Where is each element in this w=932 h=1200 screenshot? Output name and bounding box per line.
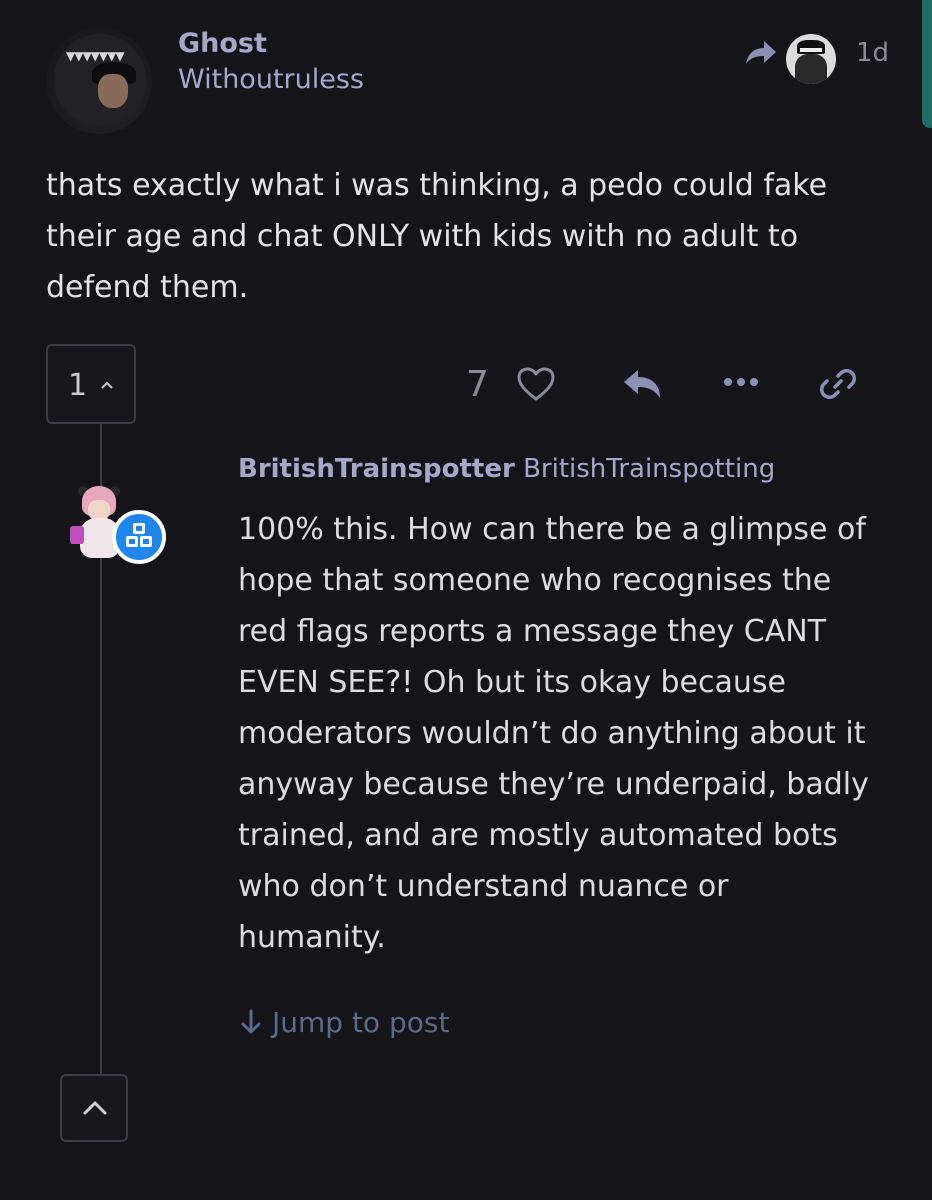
like-count[interactable]: 7 [466, 364, 489, 405]
chevron-up-icon [101, 381, 113, 389]
share-arrow-icon[interactable] [744, 38, 778, 68]
reply-display-name[interactable]: BritishTrainspotter [238, 454, 515, 484]
link-icon[interactable] [818, 364, 858, 404]
collapse-replies-button[interactable] [60, 1074, 128, 1142]
post-date[interactable]: 1d [856, 38, 889, 68]
arrow-down-icon [241, 1009, 261, 1034]
ellipsis-icon[interactable] [722, 374, 760, 390]
post-display-name[interactable]: Ghost [178, 28, 267, 59]
post-body: thats exactly what i was thinking, a ped… [46, 168, 828, 305]
reply-count: 1 [68, 368, 88, 403]
reply-to-avatar[interactable] [786, 34, 836, 84]
reply-username[interactable]: BritishTrainspotting [523, 454, 775, 484]
scrollbar-indicator[interactable] [922, 0, 932, 128]
reply-body: 100% this. How can there be a glimpse of… [238, 512, 869, 955]
cubes-badge-icon [112, 510, 166, 564]
reply-author[interactable]: BritishTrainspotter BritishTrainspotting [238, 454, 775, 484]
replies-toggle-button[interactable]: 1 [46, 344, 136, 424]
jump-to-post-label: Jump to post [272, 1006, 450, 1039]
jump-to-post-link[interactable]: Jump to post [240, 1006, 449, 1039]
reply-icon[interactable] [620, 366, 664, 402]
post-username[interactable]: Withoutruless [178, 64, 364, 95]
chevron-up-icon [83, 1101, 107, 1115]
heart-icon[interactable] [516, 366, 556, 402]
avatar[interactable]: ▼▼▼▼▼▼▼ [46, 28, 152, 134]
